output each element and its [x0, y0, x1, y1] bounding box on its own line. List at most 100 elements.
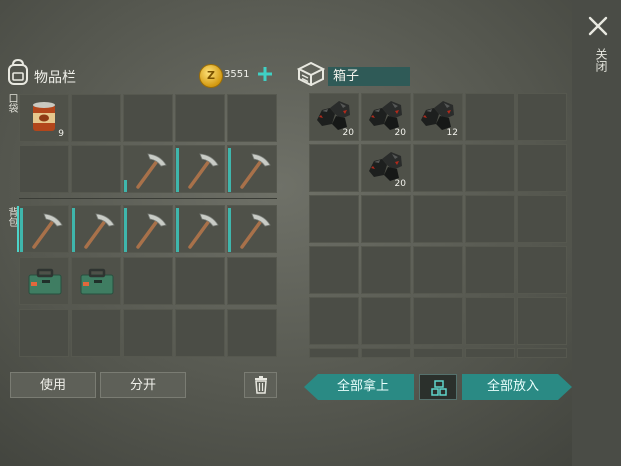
chest-slot[interactable]: [309, 246, 359, 294]
item-count: 20: [342, 128, 354, 138]
chest-slot[interactable]: [517, 297, 567, 345]
chest-name: 箱子: [328, 67, 410, 86]
pickaxe-icon: [240, 153, 271, 189]
chest-slot[interactable]: [361, 297, 411, 345]
inventory-slot[interactable]: [227, 257, 277, 305]
chest-slot[interactable]: 20: [361, 144, 411, 192]
inventory-slot[interactable]: [71, 205, 121, 253]
close-label[interactable]: 关闭: [588, 48, 608, 72]
durability-bar: [72, 208, 75, 252]
plus-icon[interactable]: [257, 66, 273, 82]
inventory-slot[interactable]: [19, 205, 69, 253]
chest-slot[interactable]: [465, 144, 515, 192]
chest-slot[interactable]: [413, 348, 463, 358]
inventory-slot[interactable]: [19, 257, 69, 305]
sort-icon: [431, 380, 447, 396]
inventory-slot[interactable]: [175, 309, 225, 357]
inventory-slot[interactable]: [123, 309, 173, 357]
inventory-slot[interactable]: [71, 309, 121, 357]
inventory-slot[interactable]: [175, 257, 225, 305]
backpack-icon: [8, 58, 28, 85]
chest-slot[interactable]: [465, 246, 515, 294]
section-divider: [19, 198, 277, 199]
trash-button[interactable]: [244, 372, 277, 398]
inventory-slot[interactable]: [227, 145, 277, 193]
item-count: 20: [394, 179, 406, 189]
chest-slot[interactable]: [517, 246, 567, 294]
coal-icon: [369, 101, 402, 130]
pickaxe-icon: [136, 213, 167, 249]
inventory-title: 物品栏: [34, 70, 76, 86]
sort-button[interactable]: [419, 374, 457, 400]
chest-slot[interactable]: [309, 348, 359, 358]
chest-slot[interactable]: [465, 93, 515, 141]
item-count: 20: [394, 128, 406, 138]
chest-slot[interactable]: [309, 144, 359, 192]
coal-icon: [421, 101, 454, 130]
durability-bar: [176, 208, 179, 252]
chest-icon: [297, 61, 325, 86]
inventory-slot[interactable]: [175, 94, 225, 142]
item-count: 9: [58, 129, 64, 139]
inventory-slot[interactable]: [123, 145, 173, 193]
coal-icon: [369, 152, 402, 181]
chest-slot[interactable]: 12: [413, 93, 463, 141]
chest-slot[interactable]: [465, 297, 515, 345]
durability-bar: [124, 208, 127, 252]
chest-slot[interactable]: [309, 195, 359, 243]
inventory-slot[interactable]: [123, 205, 173, 253]
split-button[interactable]: 分开: [100, 372, 186, 398]
put-all-button[interactable]: 全部放入: [462, 374, 572, 400]
chest-slot[interactable]: [413, 195, 463, 243]
coin-icon: Z: [199, 64, 223, 88]
inventory-slot[interactable]: [71, 94, 121, 142]
durability-bar: [176, 148, 179, 192]
durability-bar: [228, 208, 231, 252]
chest-slot[interactable]: [517, 93, 567, 141]
chest-slot[interactable]: 20: [309, 93, 359, 141]
inventory-slot[interactable]: [227, 309, 277, 357]
inventory-slot[interactable]: [71, 145, 121, 193]
durability-bar: [124, 180, 127, 192]
inventory-slot[interactable]: [123, 257, 173, 305]
pickaxe-icon: [188, 153, 219, 189]
inventory-slot[interactable]: [123, 94, 173, 142]
toolbox-icon: [80, 268, 114, 295]
chest-slot[interactable]: [413, 297, 463, 345]
chest-slot[interactable]: [465, 348, 515, 358]
chest-slot[interactable]: 20: [361, 93, 411, 141]
chest-slot[interactable]: [309, 297, 359, 345]
pickaxe-icon: [32, 213, 63, 249]
inventory-slot[interactable]: [175, 145, 225, 193]
toolbox-icon: [28, 268, 62, 295]
inventory-slot[interactable]: [175, 205, 225, 253]
pickaxe-icon: [188, 213, 219, 249]
chest-slot[interactable]: [413, 246, 463, 294]
close-icon[interactable]: [586, 14, 610, 38]
chest-slot[interactable]: [413, 144, 463, 192]
pocket-tab[interactable]: 口袋: [5, 93, 17, 113]
chest-slot[interactable]: [517, 144, 567, 192]
inventory-slot[interactable]: [227, 94, 277, 142]
chest-slot[interactable]: [517, 348, 567, 358]
inventory-slot[interactable]: [71, 257, 121, 305]
coal-icon: [317, 101, 350, 130]
inventory-slot[interactable]: [19, 309, 69, 357]
use-button[interactable]: 使用: [10, 372, 96, 398]
durability-bar: [20, 208, 23, 252]
inventory-slot[interactable]: [19, 145, 69, 193]
backpack-tab[interactable]: 背包: [5, 207, 17, 227]
chest-slot[interactable]: [361, 195, 411, 243]
take-all-button[interactable]: 全部拿上: [304, 374, 414, 400]
chest-slot[interactable]: [361, 246, 411, 294]
inventory-slot[interactable]: 9: [19, 94, 69, 142]
durability-bar: [228, 148, 231, 192]
canned-food-icon: [33, 102, 55, 131]
inventory-slot[interactable]: [227, 205, 277, 253]
item-count: 12: [446, 128, 458, 138]
chest-slot[interactable]: [465, 195, 515, 243]
pickaxe-icon: [240, 213, 271, 249]
pickaxe-icon: [136, 153, 167, 189]
chest-slot[interactable]: [517, 195, 567, 243]
chest-slot[interactable]: [361, 348, 411, 358]
